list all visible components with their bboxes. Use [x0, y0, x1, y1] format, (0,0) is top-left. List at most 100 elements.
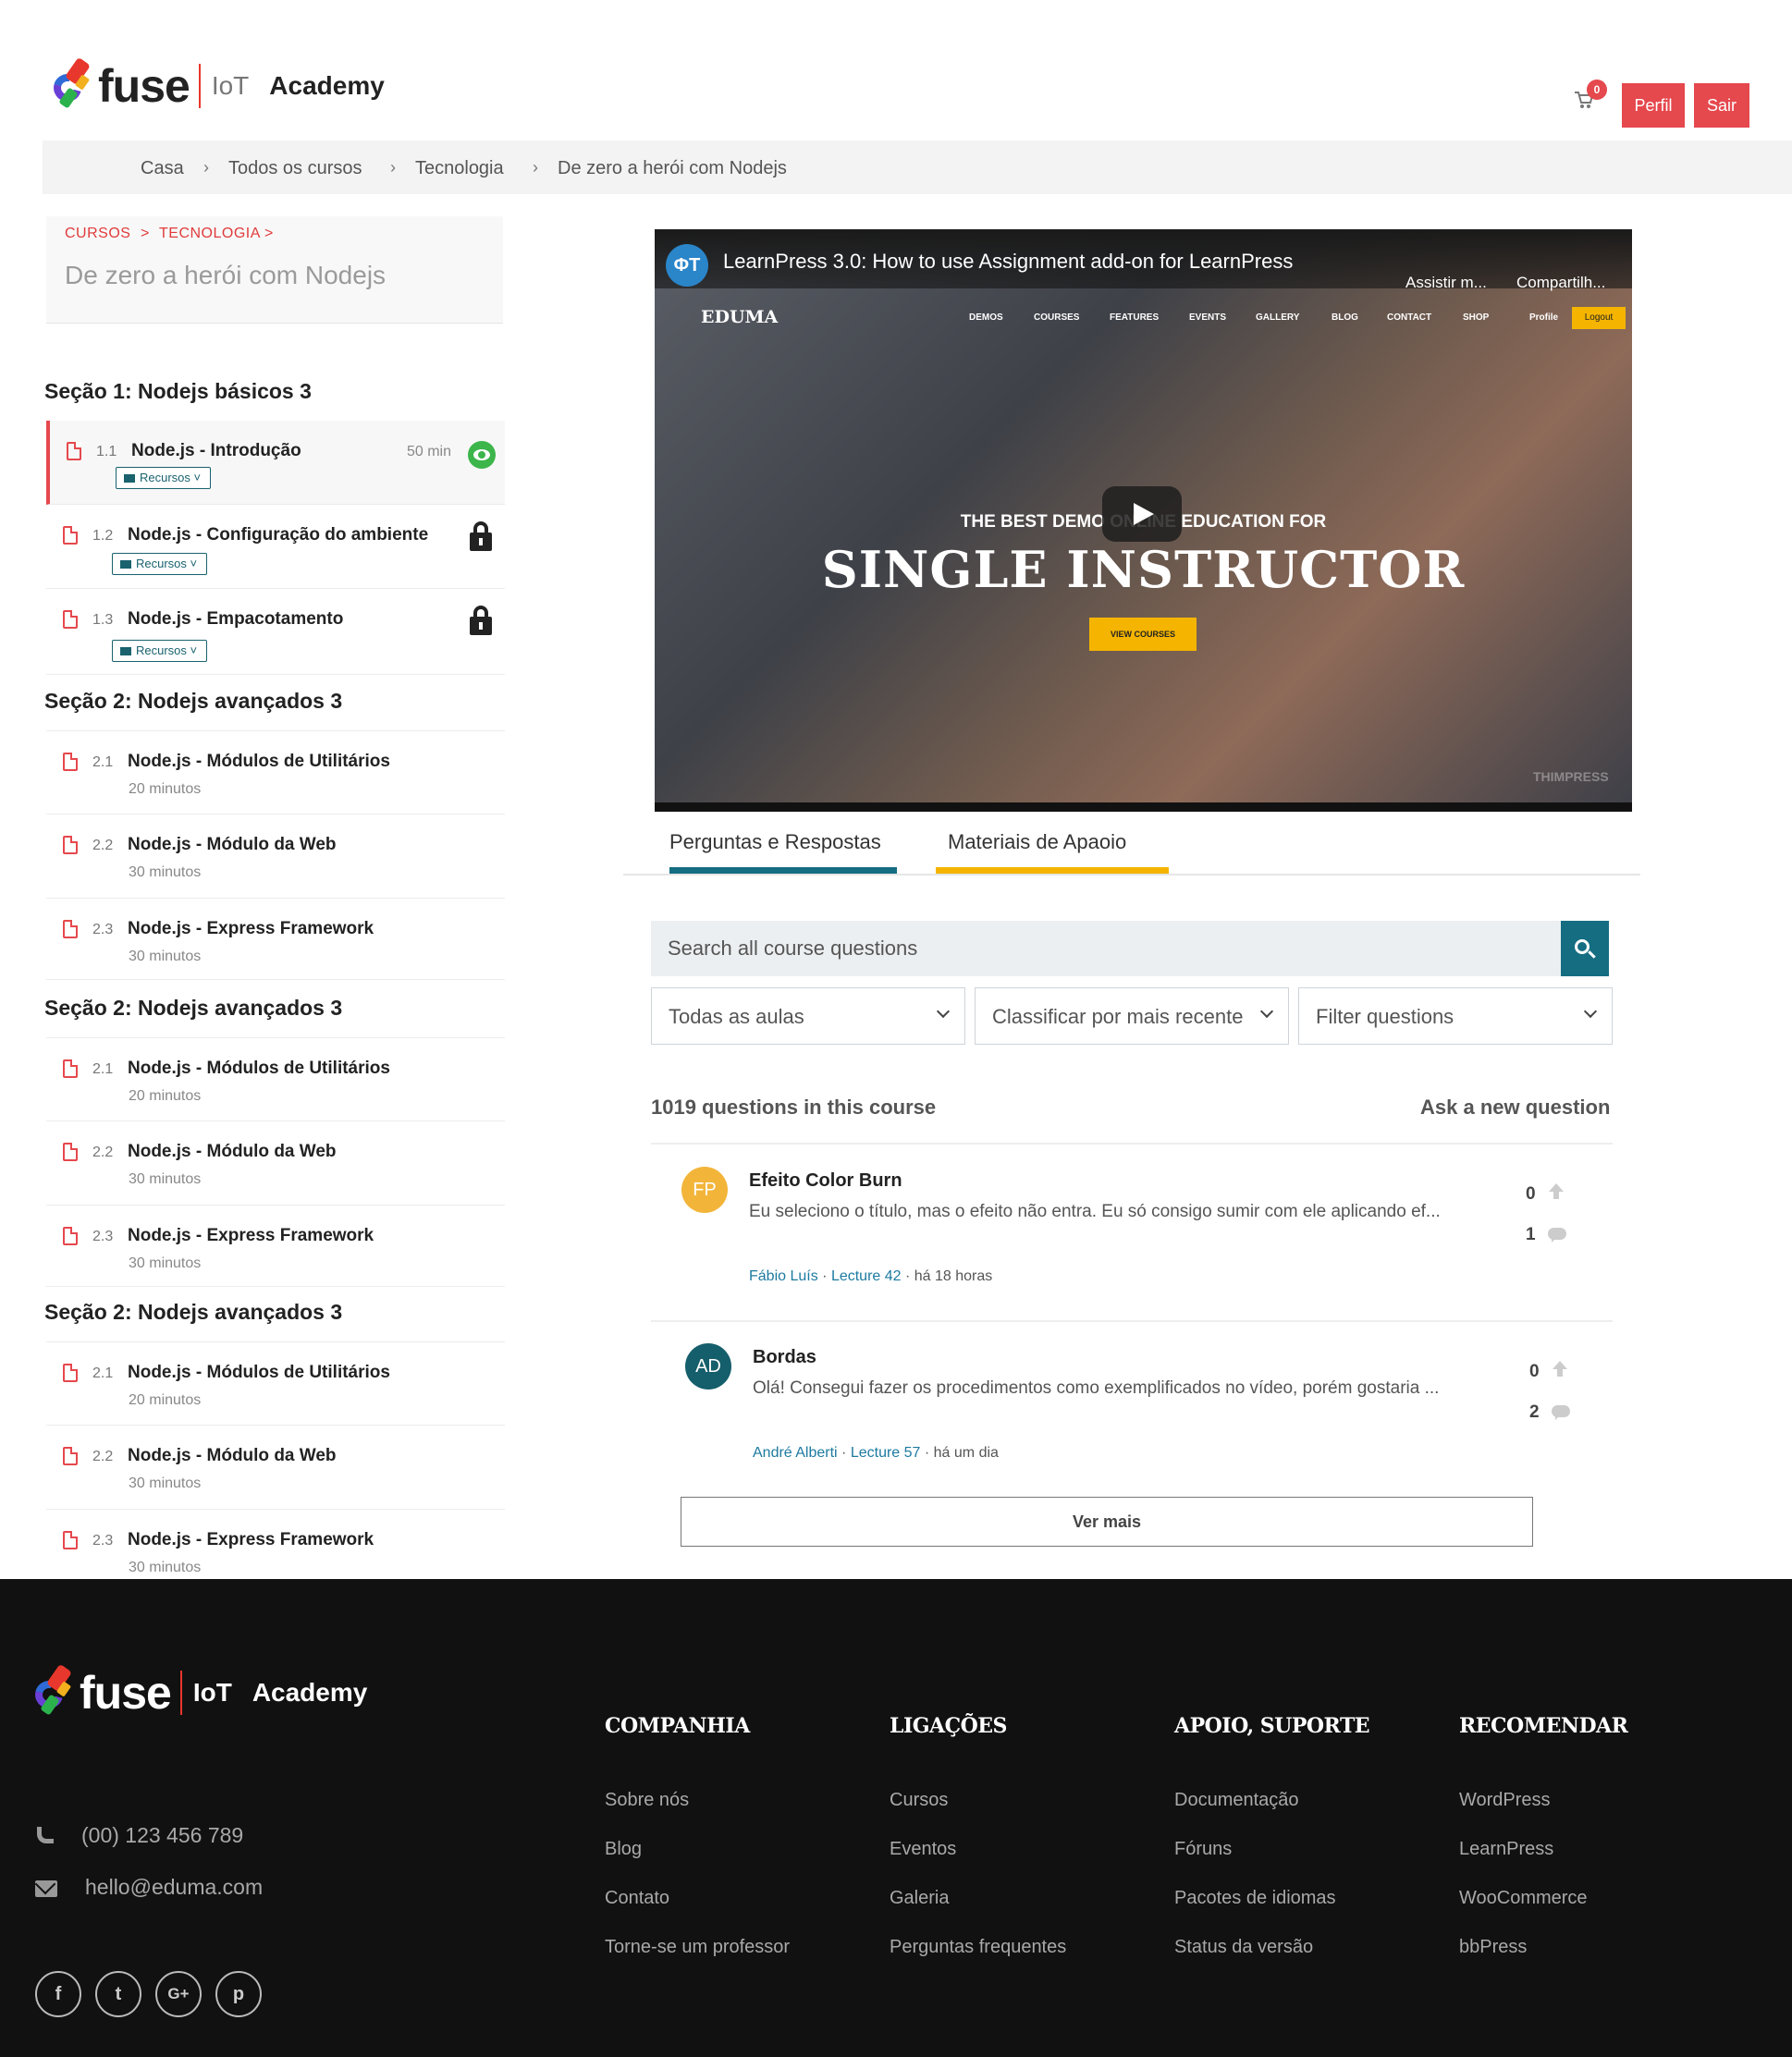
lesson-item[interactable]: 1.2 Node.js - Configuração do ambiente R…	[46, 505, 505, 589]
pinterest-icon[interactable]: p	[215, 1971, 262, 2017]
tab-materials[interactable]: Materiais de Apaoio	[948, 830, 1126, 854]
lesson-name: Node.js - Introdução	[131, 441, 301, 460]
lesson-item[interactable]: 2.2 Node.js - Módulo da Web 30 minutos	[46, 1426, 505, 1510]
video-player[interactable]: ΦT LearnPress 3.0: How to use Assignment…	[655, 229, 1632, 812]
play-icon[interactable]	[1102, 486, 1182, 542]
question-lecture[interactable]: Lecture 42	[831, 1268, 902, 1284]
breadcrumb-all-courses[interactable]: Todos os cursos	[228, 158, 362, 179]
site-nav-item: BLOG	[1332, 312, 1358, 323]
breadcrumb-separator: ›	[390, 158, 396, 177]
question-time: há um dia	[933, 1445, 999, 1461]
breadcrumb-category[interactable]: Tecnologia	[415, 158, 504, 179]
course-crumb-category[interactable]: TECNOLOGIA	[159, 226, 261, 242]
section-title[interactable]: Seção 1: Nodejs básicos 3	[44, 379, 312, 404]
question-meta: Fábio Luís · Lecture 42 · há 18 horas	[749, 1268, 993, 1284]
resources-dropdown[interactable]: Recursos ˅	[112, 553, 208, 575]
lesson-number: 2.3	[92, 1229, 114, 1244]
lesson-item[interactable]: 2.3 Node.js - Express Framework 30 minut…	[46, 1510, 505, 1579]
ask-question-link[interactable]: Ask a new question	[1420, 1096, 1610, 1120]
question-count: 1019 questions in this course	[651, 1096, 937, 1119]
video-progress-track[interactable]	[655, 802, 1632, 812]
question-lecture[interactable]: Lecture 57	[851, 1445, 921, 1461]
footer-logo[interactable]: fuse IoT Academy	[30, 1662, 367, 1723]
facebook-icon[interactable]: f	[35, 1971, 81, 2017]
breadcrumb-home[interactable]: Casa	[141, 158, 184, 179]
question-filter-select[interactable]: Filter questions	[1298, 987, 1613, 1045]
share-button[interactable]: Compartilh...	[1516, 274, 1605, 292]
question-title[interactable]: Bordas	[753, 1347, 816, 1368]
document-icon	[63, 1227, 78, 1245]
logout-button[interactable]: Sair	[1694, 83, 1749, 128]
footer-link[interactable]: Status da versão	[1174, 1937, 1313, 1958]
site-logo[interactable]: fuse IoT Academy	[48, 55, 385, 116]
sort-select[interactable]: Classificar por mais recente	[975, 987, 1289, 1045]
comment-icon	[1548, 1228, 1568, 1243]
video-title[interactable]: LearnPress 3.0: How to use Assignment ad…	[723, 250, 1293, 274]
footer-link[interactable]: WordPress	[1459, 1790, 1551, 1811]
lesson-item[interactable]: 2.1 Node.js - Módulos de Utilitários 20 …	[46, 730, 505, 814]
channel-avatar[interactable]: ΦT	[666, 244, 708, 287]
course-crumb-courses[interactable]: CURSOS	[65, 226, 130, 242]
tab-questions[interactable]: Perguntas e Respostas	[669, 830, 881, 854]
site-header: fuse IoT Academy 0 Perfil Sair	[0, 0, 1792, 141]
question-author[interactable]: André Alberti	[753, 1445, 838, 1461]
upvote-icon[interactable]	[1548, 1183, 1565, 1200]
question-author[interactable]: Fábio Luís	[749, 1268, 818, 1284]
lesson-item[interactable]: 2.1 Node.js - Módulos de Utilitários 20 …	[46, 1341, 505, 1426]
lesson-name: Node.js - Express Framework	[128, 1530, 374, 1549]
lesson-item[interactable]: 2.3 Node.js - Express Framework 30 minut…	[46, 899, 505, 980]
footer-link[interactable]: Contato	[605, 1888, 669, 1909]
section-title[interactable]: Seção 2: Nodejs avançados 3	[44, 689, 342, 714]
question-title[interactable]: Efeito Color Burn	[749, 1170, 902, 1192]
footer-link[interactable]: Perguntas frequentes	[890, 1937, 1066, 1958]
resources-dropdown[interactable]: Recursos ˅	[112, 640, 208, 662]
logo-academy: Academy	[269, 71, 385, 100]
lesson-duration: 50 min	[406, 444, 451, 459]
footer-link[interactable]: Blog	[605, 1839, 642, 1860]
search-button[interactable]	[1561, 921, 1609, 976]
profile-button[interactable]: Perfil	[1622, 83, 1685, 128]
section-title[interactable]: Seção 2: Nodejs avançados 3	[44, 1300, 342, 1325]
preview-eye-icon[interactable]	[468, 441, 496, 469]
footer-column-title: LIGAÇÕES	[890, 1714, 1007, 1738]
footer-link[interactable]: LearnPress	[1459, 1839, 1553, 1860]
watch-later-button[interactable]: Assistir m...	[1405, 274, 1487, 292]
footer-link[interactable]: Pacotes de idiomas	[1174, 1888, 1336, 1909]
lesson-item[interactable]: 2.1 Node.js - Módulos de Utilitários 20 …	[46, 1037, 505, 1121]
document-icon	[63, 920, 78, 938]
resources-dropdown[interactable]: Recursos ˅	[116, 467, 212, 489]
load-more-button[interactable]: Ver mais	[681, 1497, 1533, 1547]
vote-count: 0	[1526, 1184, 1536, 1204]
footer-link[interactable]: Sobre nós	[605, 1790, 689, 1811]
lesson-item[interactable]: 1.1 Node.js - Introdução 50 min Recursos…	[46, 421, 505, 505]
twitter-icon[interactable]: t	[95, 1971, 141, 2017]
footer-link[interactable]: Eventos	[890, 1839, 956, 1860]
lesson-name: Node.js - Configuração do ambiente	[128, 525, 429, 545]
footer-link[interactable]: Fóruns	[1174, 1839, 1232, 1860]
footer-link[interactable]: WooCommerce	[1459, 1888, 1588, 1909]
footer-link[interactable]: bbPress	[1459, 1937, 1527, 1958]
question-search-input[interactable]	[651, 921, 1561, 976]
lesson-item[interactable]: 2.2 Node.js - Módulo da Web 30 minutos	[46, 814, 505, 899]
footer-email[interactable]: hello@eduma.com	[85, 1875, 263, 1900]
logo-word: fuse	[80, 1667, 172, 1719]
lesson-duration: 30 minutos	[129, 1560, 202, 1575]
upvote-icon[interactable]	[1552, 1361, 1568, 1377]
footer-link[interactable]: Cursos	[890, 1790, 948, 1811]
lesson-item[interactable]: 1.3 Node.js - Empacotamento Recursos ˅	[46, 589, 505, 675]
question-meta: André Alberti · Lecture 57 · há um dia	[753, 1445, 999, 1461]
lesson-duration: 30 minutos	[129, 1255, 202, 1271]
lesson-item[interactable]: 2.3 Node.js - Express Framework 30 minut…	[46, 1206, 505, 1287]
fuse-logo-icon	[30, 1662, 80, 1723]
footer-link[interactable]: Galeria	[890, 1888, 949, 1909]
footer-link[interactable]: Torne-se um professor	[605, 1937, 790, 1958]
lesson-item[interactable]: 2.2 Node.js - Módulo da Web 30 minutos	[46, 1121, 505, 1206]
footer-link[interactable]: Documentação	[1174, 1790, 1299, 1811]
section-title[interactable]: Seção 2: Nodejs avançados 3	[44, 996, 342, 1021]
document-icon	[63, 610, 78, 629]
lecture-filter-select[interactable]: Todas as aulas	[651, 987, 965, 1045]
google-plus-icon[interactable]: G+	[155, 1971, 202, 2017]
footer-column-title: COMPANHIA	[605, 1714, 750, 1738]
mail-icon	[35, 1880, 57, 1897]
logo-word: fuse	[98, 60, 190, 112]
